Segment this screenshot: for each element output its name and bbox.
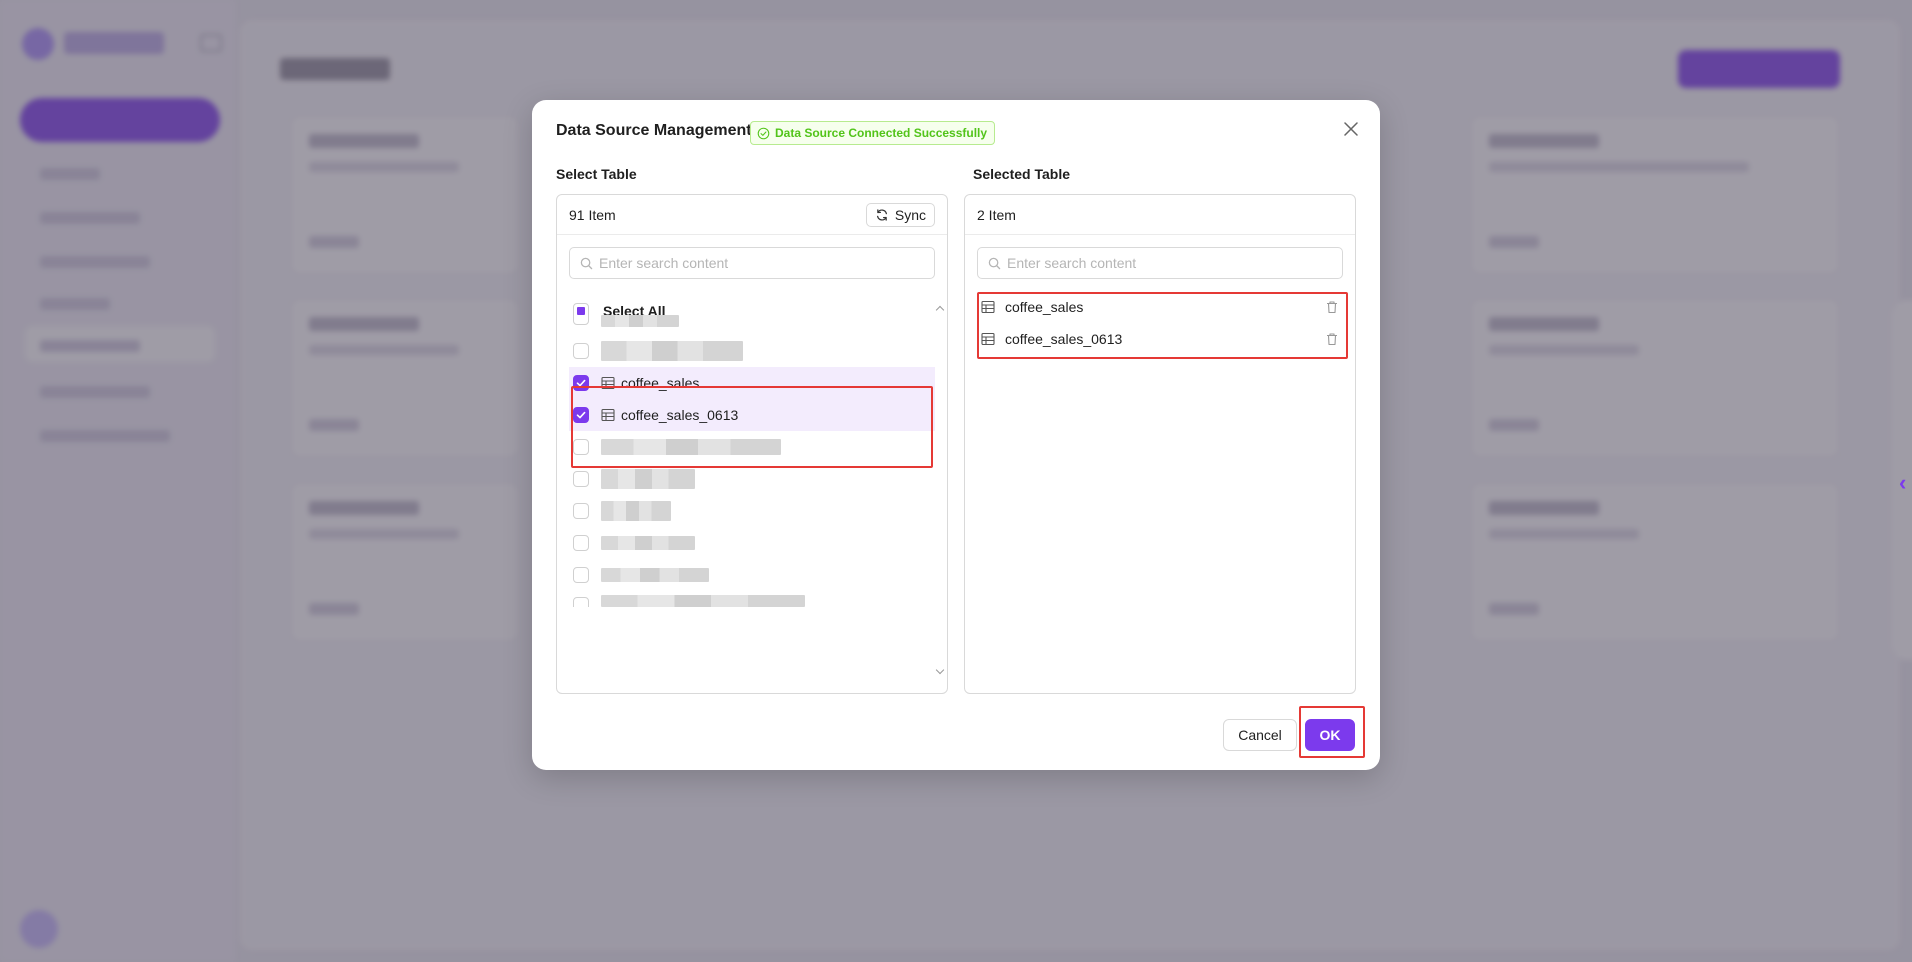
redacted-table-name [601, 469, 695, 489]
redacted-table-name [601, 439, 781, 455]
checkbox-checked[interactable] [573, 375, 589, 391]
list-item[interactable] [569, 431, 935, 463]
sync-button[interactable]: Sync [865, 203, 935, 227]
selected-item: coffee_sales [981, 291, 1339, 323]
item-count: 2 Item [977, 206, 1016, 223]
list-item[interactable] [569, 335, 935, 367]
redacted-table-name [601, 595, 805, 607]
search-field[interactable] [569, 247, 935, 279]
table-list: Select All coffee_sales coffee_sales_061… [557, 295, 947, 683]
list-item[interactable] [569, 315, 935, 333]
modal-title: Data Source Management [556, 122, 752, 139]
checkbox[interactable] [573, 535, 589, 551]
cancel-button[interactable]: Cancel [1223, 719, 1297, 751]
check-circle-icon [757, 127, 770, 139]
search-field[interactable] [977, 247, 1343, 279]
redacted-table-name [601, 536, 695, 550]
table-icon [981, 332, 995, 346]
search-icon [580, 257, 593, 269]
search-input[interactable] [599, 255, 934, 271]
redacted-table-name [601, 341, 743, 361]
sync-label: Sync [894, 207, 926, 223]
checkbox[interactable] [573, 567, 589, 583]
panel-header: 91 Item Sync [557, 195, 947, 235]
delete-icon[interactable] [1325, 300, 1339, 314]
list-item[interactable] [569, 559, 935, 591]
check-icon [576, 379, 586, 387]
data-source-modal: Data Source Management Data Source Conne… [532, 100, 1380, 770]
item-count: 91 Item [569, 206, 616, 223]
table-icon [601, 376, 615, 390]
status-text: Data Source Connected Successfully [775, 126, 988, 140]
checkbox[interactable] [573, 315, 589, 325]
list-item[interactable] [569, 589, 935, 607]
checkbox[interactable] [573, 471, 589, 487]
delete-icon[interactable] [1325, 332, 1339, 346]
ok-button[interactable]: OK [1305, 719, 1355, 751]
checkbox[interactable] [573, 597, 589, 607]
table-name: coffee_sales [621, 375, 700, 391]
search-icon [988, 257, 1001, 269]
checkbox-checked[interactable] [573, 407, 589, 423]
table-name: coffee_sales [1005, 299, 1084, 315]
search-input[interactable] [1007, 255, 1342, 271]
list-item[interactable] [569, 463, 935, 495]
redacted-table-name [601, 568, 709, 582]
selected-item: coffee_sales_0613 [981, 323, 1339, 355]
redacted-table-name [601, 315, 679, 327]
list-item[interactable] [569, 495, 935, 527]
checkbox[interactable] [573, 343, 589, 359]
selected-table-label: Selected Table [973, 166, 1071, 182]
table-icon [601, 408, 615, 422]
table-name: coffee_sales_0613 [1005, 331, 1123, 347]
sync-icon [876, 209, 887, 221]
close-button[interactable] [1340, 118, 1362, 140]
selected-table-panel: 2 Item coffee_sales coffee_sales_0613 [964, 194, 1356, 694]
checkbox[interactable] [573, 439, 589, 455]
panel-header: 2 Item [965, 195, 1355, 235]
select-table-panel: 91 Item Sync Select All [556, 194, 948, 694]
chevron-left-icon: ‹ [1899, 470, 1907, 495]
list-item[interactable] [569, 527, 935, 559]
close-icon [1344, 122, 1358, 136]
list-item-selected[interactable]: coffee_sales [569, 367, 935, 399]
table-name: coffee_sales_0613 [621, 407, 739, 423]
table-icon [981, 300, 995, 314]
list-item-selected[interactable]: coffee_sales_0613 [569, 399, 935, 431]
checkbox[interactable] [573, 503, 589, 519]
check-icon [576, 411, 586, 419]
redacted-table-name [601, 501, 671, 521]
status-badge: Data Source Connected Successfully [750, 121, 996, 145]
select-table-label: Select Table [556, 166, 637, 182]
